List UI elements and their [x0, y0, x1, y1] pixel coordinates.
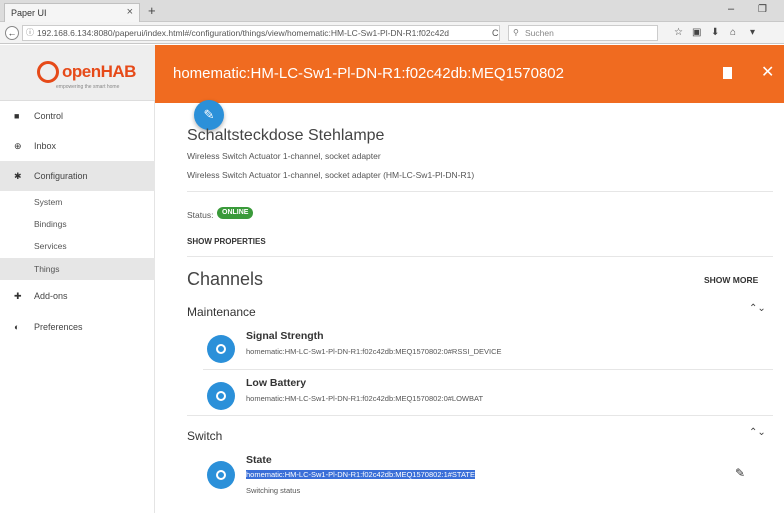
sidebar-item-addons[interactable]: ✚ Add-ons	[0, 281, 155, 311]
sidebar-item-label: Add-ons	[34, 291, 68, 301]
sidebar-item-label: Preferences	[34, 322, 83, 332]
close-icon[interactable]: ✕	[761, 62, 774, 82]
divider	[187, 191, 773, 192]
sidebar-item-configuration[interactable]: ✱ Configuration	[0, 161, 155, 191]
divider	[187, 415, 773, 416]
reload-icon[interactable]: C	[492, 28, 499, 38]
sidebar-item-control[interactable]: ■ Control	[0, 101, 155, 131]
browser-tabbar: Paper UI × + – ❐	[0, 0, 784, 22]
sidebar-item-inbox[interactable]: ⊕ Inbox	[0, 131, 155, 161]
channel-uid: homematic:HM-LC-Sw1-Pl-DN-R1:f02c42db:ME…	[246, 470, 475, 479]
channel-group-switch: Switch	[187, 429, 223, 443]
sidebar-item-label: Configuration	[34, 171, 88, 181]
download-icon[interactable]: ⬇	[711, 27, 719, 38]
thing-type-description: Wireless Switch Actuator 1-channel, sock…	[187, 170, 475, 180]
thing-details: Schaltsteckdose Stehlampe Wireless Switc…	[155, 103, 784, 513]
thing-description: Wireless Switch Actuator 1-channel, sock…	[187, 151, 381, 161]
openhab-logo-icon	[37, 61, 59, 83]
search-icon: ⚲	[513, 28, 519, 37]
address-bar[interactable]: ⓘ 192.168.6.134:8080/paperui/index.html#…	[22, 25, 500, 41]
browser-navbar: ← ⓘ 192.168.6.134:8080/paperui/index.htm…	[0, 22, 784, 44]
sidebar-subitem-label: Bindings	[34, 219, 67, 229]
sidebar-subitem-services[interactable]: Services	[0, 235, 155, 257]
sidebar-item-label: Inbox	[34, 141, 57, 151]
tab-title: Paper UI	[11, 8, 47, 18]
show-more-button[interactable]: SHOW MORE	[704, 275, 758, 285]
logo-subtitle: empowering the smart home	[56, 84, 120, 90]
channel-name: State	[246, 454, 272, 466]
info-icon: ⓘ	[26, 28, 34, 37]
gear-icon: ✱	[14, 171, 22, 181]
channel-link-button[interactable]	[207, 335, 235, 363]
channel-name: Signal Strength	[246, 330, 324, 342]
thing-name: Schaltsteckdose Stehlampe	[187, 127, 385, 144]
sidebar-item-label: Control	[34, 111, 64, 121]
minimize-icon[interactable]: –	[728, 3, 734, 15]
status-badge: ONLINE	[217, 207, 254, 219]
collapse-icon[interactable]: ⌃⌄	[749, 303, 766, 314]
browser-search-input[interactable]: ⚲ Suchen	[508, 25, 658, 41]
home-icon[interactable]: ⌂	[730, 27, 736, 38]
search-placeholder: Suchen	[525, 28, 554, 38]
trash-icon[interactable]	[723, 67, 732, 79]
browser-tab[interactable]: Paper UI ×	[4, 3, 140, 22]
tab-close-icon[interactable]: ×	[127, 6, 133, 18]
pocket-icon[interactable]: ▾	[750, 27, 755, 38]
toggle-icon: ◐	[14, 322, 20, 332]
sidebar-subitem-bindings[interactable]: Bindings	[0, 213, 155, 235]
collapse-icon[interactable]: ⌃⌄	[749, 427, 766, 438]
plus-circle-icon: ⊕	[14, 141, 22, 151]
logo-text: openHAB	[62, 62, 136, 81]
puzzle-icon: ✚	[14, 291, 22, 301]
channels-heading: Channels	[187, 269, 264, 289]
channel-description: Switching status	[246, 486, 301, 495]
channel-link-button[interactable]	[207, 461, 235, 489]
sidebar-subitem-label: System	[34, 197, 63, 207]
channel-name: Low Battery	[246, 377, 307, 389]
maximize-icon[interactable]: ❐	[758, 4, 767, 15]
divider	[187, 256, 773, 257]
sidebar: openHAB empowering the smart home ■ Cont…	[0, 45, 155, 513]
clipboard-icon[interactable]: ▣	[692, 27, 701, 38]
show-properties-button[interactable]: SHOW PROPERTIES	[187, 237, 266, 246]
new-tab-button[interactable]: +	[148, 3, 156, 18]
page-title: homematic:HM-LC-Sw1-Pl-DN-R1:f02c42db:ME…	[173, 65, 564, 82]
sidebar-subitem-things[interactable]: Things	[0, 258, 155, 280]
channel-uid: homematic:HM-LC-Sw1-Pl-DN-R1:f02c42db:ME…	[246, 347, 502, 356]
logo[interactable]: openHAB empowering the smart home	[0, 45, 155, 101]
sidebar-subitem-label: Things	[34, 264, 60, 274]
grid-icon: ■	[14, 111, 20, 121]
sidebar-item-preferences[interactable]: ◐ Preferences	[0, 312, 155, 342]
status-label: Status:	[187, 210, 214, 220]
channel-link-button[interactable]	[207, 382, 235, 410]
sidebar-subitem-system[interactable]: System	[0, 191, 155, 213]
back-arrow-icon[interactable]: ←	[5, 26, 19, 40]
divider	[203, 369, 773, 370]
channel-group-maintenance: Maintenance	[187, 305, 256, 319]
sidebar-subitem-label: Services	[34, 241, 67, 251]
url-text: 192.168.6.134:8080/paperui/index.html#/c…	[37, 28, 449, 38]
channel-uid: homematic:HM-LC-Sw1-Pl-DN-R1:f02c42db:ME…	[246, 394, 484, 403]
thing-header: homematic:HM-LC-Sw1-Pl-DN-R1:f02c42db:ME…	[155, 45, 784, 103]
bookmark-star-icon[interactable]: ☆	[674, 27, 683, 38]
pencil-icon[interactable]: ✎	[735, 466, 745, 480]
